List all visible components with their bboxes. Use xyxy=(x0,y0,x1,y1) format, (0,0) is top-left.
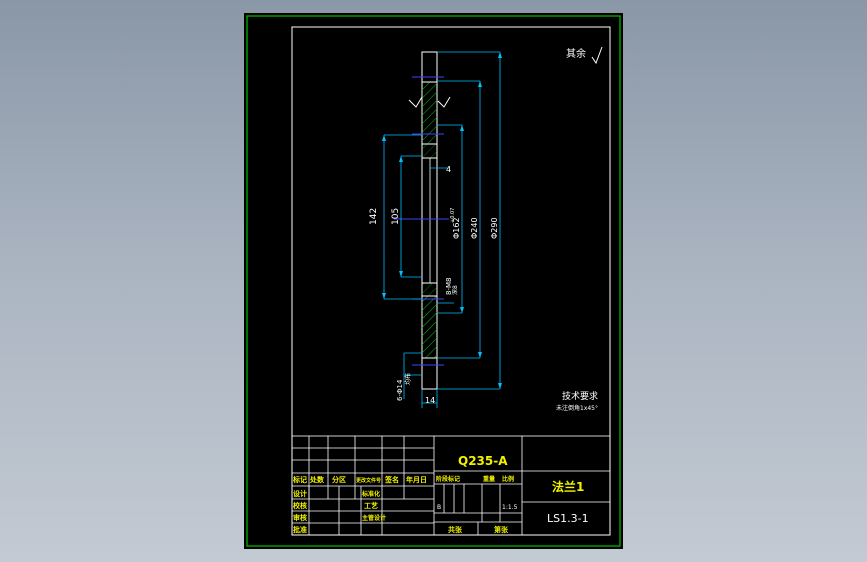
hatch-mid-top xyxy=(422,144,437,158)
review-label: 校核 xyxy=(293,501,307,510)
standardization-label: 标准化 xyxy=(361,490,380,498)
hatch-mid-bottom xyxy=(422,283,437,296)
surface-finish-note: 其余 xyxy=(566,47,586,60)
weight-header: 重量 xyxy=(483,475,495,483)
header-count: 处数 xyxy=(309,475,325,484)
hatch-bottom xyxy=(422,296,437,358)
dim-holes: 6-Φ14 xyxy=(396,379,404,401)
scale-header: 比例 xyxy=(502,475,514,483)
tech-requirements-note: 未注倒角1x45° xyxy=(556,404,598,412)
dim-105: 105 xyxy=(391,208,401,225)
dim-phi290: Φ290 xyxy=(490,217,499,239)
header-zone: 分区 xyxy=(332,475,346,484)
drawing-number: LS1.3-1 xyxy=(547,512,589,525)
sheets-total: 共张 xyxy=(448,525,463,534)
approve-label: 批准 xyxy=(293,525,307,534)
flange-section xyxy=(421,51,438,390)
header-change: 更改文件号 xyxy=(356,477,381,484)
dim-4: 4 xyxy=(446,165,451,174)
main-design-label: 主管设计 xyxy=(362,514,386,522)
dim-142: 142 xyxy=(369,208,379,225)
dim-holes-equal: 均布 xyxy=(404,373,412,385)
tech-requirements-title: 技术要求 xyxy=(562,390,598,402)
process-label: 工艺 xyxy=(364,501,378,510)
designer-label: 设计 xyxy=(293,489,307,498)
drawing-sheet: 142 105 4 Φ162 +0.07 Φ240 Φ290 8-M8 深8 6… xyxy=(244,13,623,549)
sheet-number: 第张 xyxy=(494,525,509,534)
part-name: 法兰1 xyxy=(552,479,584,494)
audit-label: 审核 xyxy=(293,513,307,522)
stage-value: B xyxy=(437,504,441,511)
stage-header: 阶段标记 xyxy=(436,475,460,483)
dim-phi162-tolerance: +0.07 xyxy=(450,208,456,223)
scale-value: 1:1.5 xyxy=(502,504,518,511)
dim-thickness: 14 xyxy=(425,396,435,405)
header-mark: 标记 xyxy=(292,475,307,484)
header-date: 年月日 xyxy=(406,475,427,484)
dim-m8-depth: 深8 xyxy=(451,285,459,295)
material-label: Q235-A xyxy=(458,454,508,468)
header-sign: 签名 xyxy=(384,475,399,484)
dim-phi240: Φ240 xyxy=(470,217,479,239)
cad-drawing: 142 105 4 Φ162 +0.07 Φ240 Φ290 8-M8 深8 6… xyxy=(246,15,621,547)
hatch-top xyxy=(422,82,437,144)
